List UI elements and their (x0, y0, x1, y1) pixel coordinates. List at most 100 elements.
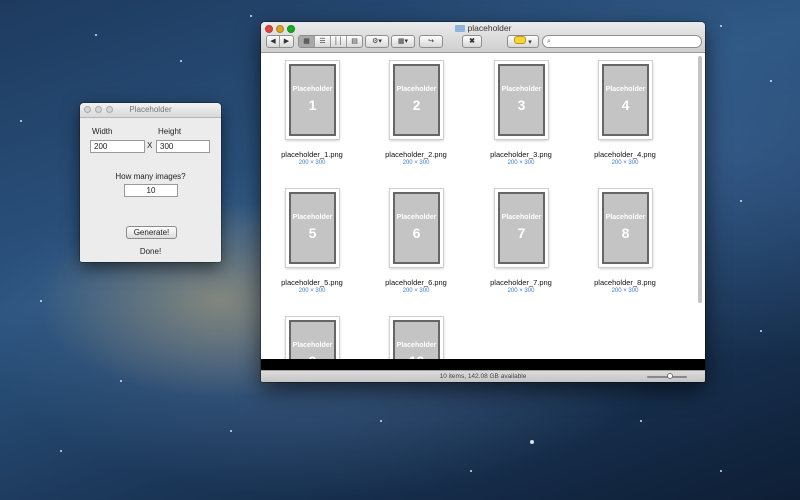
file-thumbnail[interactable]: Placeholder 7 (495, 189, 548, 267)
thumbnail-image: Placeholder9 (289, 320, 336, 359)
finder-statusbar: 10 items, 142.08 GB available (261, 370, 705, 382)
zoom-button[interactable] (106, 106, 113, 113)
thumbnail-image: Placeholder 7 (498, 192, 545, 264)
file-name[interactable]: placeholder_4.png (575, 150, 675, 159)
star (40, 300, 42, 302)
file-name[interactable]: placeholder_1.png (262, 150, 362, 159)
file-name[interactable]: placeholder_5.png (262, 278, 362, 287)
height-label: Height (158, 127, 182, 136)
star (720, 25, 722, 27)
icon-view-icon[interactable]: ▦ (299, 36, 315, 47)
file-name[interactable]: placeholder_8.png (575, 278, 675, 287)
file-grid: Placeholder 1 placeholder_1.png 200 × 300 Pl… (261, 53, 705, 359)
thumbnail-number: 1 (308, 97, 317, 113)
thumbnail-label: Placeholder (605, 214, 646, 221)
placeholder-window-titlebar[interactable]: Placeholder (80, 103, 221, 118)
thumbnail-number: 2 (412, 97, 421, 113)
file-thumbnail[interactable]: Placeholder 3 (495, 61, 548, 139)
placeholder-window: Placeholder Width Height 200 X 300 How m… (80, 103, 221, 262)
thumbnail-label: Placeholder (396, 86, 437, 93)
star (740, 200, 742, 202)
tag-dropdown-icon: ▾ (528, 39, 532, 46)
thumbnail-label: Placeholder (292, 86, 333, 93)
status-text: 10 items, 142.08 GB available (439, 373, 527, 380)
folder-icon (454, 25, 465, 32)
connect-icon[interactable]: ✖ (462, 35, 482, 48)
file-thumbnail[interactable]: Placeholder 8 (599, 189, 652, 267)
generate-button[interactable]: Generate! (126, 226, 177, 239)
finder-title: placeholder (261, 23, 705, 33)
file-thumbnail[interactable]: Placeholder 2 (390, 61, 443, 139)
file-thumbnail[interactable]: Placeholder 1 (286, 61, 339, 139)
thumbnail-label: Placeholder (292, 214, 333, 221)
star (250, 15, 252, 17)
share-icon[interactable]: ↪ (419, 35, 443, 48)
thumbnail-number: 4 (621, 97, 630, 113)
star (640, 420, 642, 422)
thumbnail-label: Placeholder (605, 86, 646, 93)
star (60, 450, 62, 452)
file-dimensions: 200 × 300 (507, 160, 535, 166)
star (180, 60, 182, 62)
list-view-icon[interactable]: ☰ (315, 36, 331, 47)
file-thumbnail[interactable]: Placeholder10 (390, 317, 443, 359)
width-field[interactable]: 200 (90, 140, 145, 153)
star (470, 470, 472, 472)
image-count-field[interactable]: 10 (124, 184, 178, 197)
file-thumbnail[interactable]: Placeholder 5 (286, 189, 339, 267)
finder-window: placeholder ◀ ▶ ▦ ☰ ││ ▤ ⚙▾ ▦▾ ↪ ✖ ▾ ⌕ P… (261, 22, 705, 382)
close-button[interactable] (84, 106, 91, 113)
file-dimensions: 200 × 300 (298, 160, 326, 166)
file-thumbnail[interactable]: Placeholder 6 (390, 189, 443, 267)
finder-toolbar: placeholder ◀ ▶ ▦ ☰ ││ ▤ ⚙▾ ▦▾ ↪ ✖ ▾ ⌕ (261, 22, 705, 53)
placeholder-window-title: Placeholder (129, 105, 172, 114)
width-label: Width (92, 127, 113, 136)
star (20, 120, 22, 122)
file-dimensions: 200 × 300 (298, 288, 326, 294)
file-dimensions: 200 × 300 (402, 160, 430, 166)
forward-icon[interactable]: ▶ (280, 36, 293, 47)
star (720, 470, 722, 472)
thumbnail-image: Placeholder 6 (393, 192, 440, 264)
icon-size-slider-knob[interactable] (667, 373, 673, 379)
file-dimensions: 200 × 300 (402, 288, 430, 294)
file-dimensions: 200 × 300 (507, 288, 535, 294)
finder-title-text: placeholder (467, 23, 512, 33)
thumbnail-number: 7 (517, 225, 526, 241)
thumbnail-image: Placeholder 1 (289, 64, 336, 136)
vertical-scrollbar[interactable] (698, 56, 702, 303)
coverflow-view-icon[interactable]: ▤ (347, 36, 362, 47)
tags-control[interactable]: ▾ (507, 35, 539, 48)
file-name[interactable]: placeholder_3.png (471, 150, 571, 159)
thumbnail-number: 8 (621, 225, 630, 241)
file-dimensions: 200 × 300 (611, 160, 639, 166)
file-thumbnail[interactable]: Placeholder9 (286, 317, 339, 359)
back-forward-control: ◀ ▶ (266, 35, 294, 48)
arrange-icon[interactable]: ▦▾ (391, 35, 415, 48)
column-view-icon[interactable]: ││ (331, 36, 347, 47)
thumbnail-image: Placeholder 2 (393, 64, 440, 136)
image-count-label: How many images? (115, 172, 186, 181)
tag-icon (514, 36, 527, 44)
thumbnail-image: Placeholder 4 (602, 64, 649, 136)
thumbnail-label: Placeholder (396, 214, 437, 221)
search-icon: ⌕ (547, 38, 551, 45)
search-input[interactable]: ⌕ (542, 35, 702, 48)
view-mode-control: ▦ ☰ ││ ▤ (298, 35, 363, 48)
status-label: Done! (139, 247, 162, 256)
file-name[interactable]: placeholder_6.png (366, 278, 466, 287)
height-field[interactable]: 300 (156, 140, 210, 153)
thumbnail-image: Placeholder 3 (498, 64, 545, 136)
back-icon[interactable]: ◀ (267, 36, 280, 47)
action-gear-icon[interactable]: ⚙▾ (365, 35, 389, 48)
file-name[interactable]: placeholder_7.png (471, 278, 571, 287)
star (380, 420, 382, 422)
star (95, 34, 97, 36)
file-thumbnail[interactable]: Placeholder 4 (599, 61, 652, 139)
file-name[interactable]: placeholder_2.png (366, 150, 466, 159)
star (760, 330, 762, 332)
star (530, 440, 534, 444)
minimize-button[interactable] (95, 106, 102, 113)
thumbnail-label: Placeholder (292, 342, 333, 349)
render-strip (261, 359, 705, 370)
